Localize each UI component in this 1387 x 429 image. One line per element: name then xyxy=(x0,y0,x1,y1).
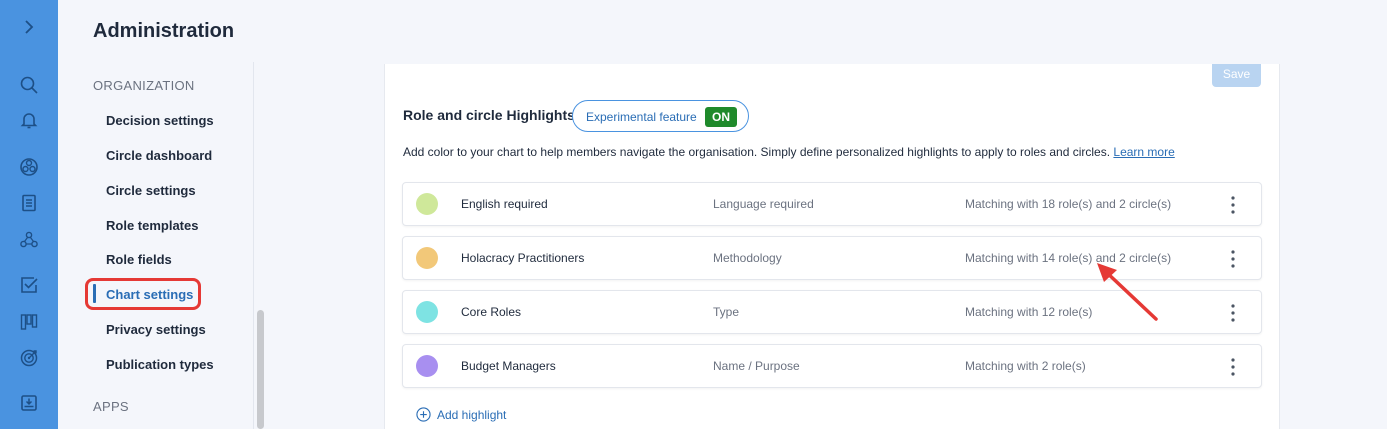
icon-rail xyxy=(0,0,58,429)
highlight-name: English required xyxy=(461,197,548,211)
highlight-name: Holacracy Practitioners xyxy=(461,251,585,265)
people-icon[interactable] xyxy=(19,230,39,250)
experimental-feature-label: Experimental feature xyxy=(586,110,697,124)
description-text: Add color to your chart to help members … xyxy=(403,145,1111,159)
color-swatch xyxy=(416,301,438,323)
highlight-name: Budget Managers xyxy=(461,359,556,373)
highlight-row[interactable]: Budget Managers Name / Purpose Matching … xyxy=(402,344,1262,388)
more-options-icon[interactable] xyxy=(1221,356,1245,378)
add-highlight-label: Add highlight xyxy=(437,408,507,422)
sidebar-item-role-fields[interactable]: Role fields xyxy=(106,252,172,267)
more-options-icon[interactable] xyxy=(1221,248,1245,270)
highlight-category: Type xyxy=(713,305,740,319)
color-swatch xyxy=(416,247,438,269)
board-icon[interactable] xyxy=(19,312,39,332)
highlight-category: Methodology xyxy=(713,251,782,265)
sidebar-item-circle-dashboard[interactable]: Circle dashboard xyxy=(106,148,212,163)
page-title: Administration xyxy=(93,20,235,42)
highlight-category: Name / Purpose xyxy=(713,359,800,373)
more-options-icon[interactable] xyxy=(1221,302,1245,324)
highlight-match: Matching with 2 role(s) xyxy=(965,359,1086,373)
color-swatch xyxy=(416,355,438,377)
highlight-name: Core Roles xyxy=(461,305,522,319)
bell-icon[interactable] xyxy=(19,110,39,130)
section-label-organization: ORGANIZATION xyxy=(93,78,195,93)
annotation-highlight-box xyxy=(85,278,201,310)
plus-circle-icon xyxy=(416,407,431,422)
target-icon[interactable] xyxy=(19,348,39,368)
sidebar-item-publication-types[interactable]: Publication types xyxy=(106,357,214,372)
sidebar-item-privacy-settings[interactable]: Privacy settings xyxy=(106,322,206,337)
sidebar-scrollbar[interactable] xyxy=(257,310,264,429)
chevron-right-icon[interactable] xyxy=(19,17,39,37)
more-options-icon[interactable] xyxy=(1221,194,1245,216)
sidebar-item-decision-settings[interactable]: Decision settings xyxy=(106,113,214,128)
checkbox-icon[interactable] xyxy=(19,275,39,295)
learn-more-link[interactable]: Learn more xyxy=(1113,145,1174,159)
search-icon[interactable] xyxy=(19,75,39,95)
section-label-apps: APPS xyxy=(93,399,129,414)
experimental-feature-toggle[interactable]: Experimental feature ON xyxy=(572,100,749,132)
globe-icon[interactable] xyxy=(19,157,39,177)
highlight-row[interactable]: English required Language required Match… xyxy=(402,182,1262,226)
annotation-arrow xyxy=(1097,263,1158,321)
highlight-category: Language required xyxy=(713,197,814,211)
save-button[interactable]: Save xyxy=(1212,64,1261,87)
sidebar-item-role-templates[interactable]: Role templates xyxy=(106,218,198,233)
sidebar-item-circle-settings[interactable]: Circle settings xyxy=(106,183,196,198)
on-badge: ON xyxy=(705,107,737,127)
document-icon[interactable] xyxy=(19,193,39,213)
section-title: Role and circle Highlights xyxy=(403,107,575,123)
inbox-icon[interactable] xyxy=(19,393,39,413)
sidebar-divider xyxy=(253,62,254,429)
color-swatch xyxy=(416,193,438,215)
highlight-match: Matching with 18 role(s) and 2 circle(s) xyxy=(965,197,1172,211)
highlight-match: Matching with 12 role(s) xyxy=(965,305,1093,319)
description: Add color to your chart to help members … xyxy=(403,145,1175,159)
